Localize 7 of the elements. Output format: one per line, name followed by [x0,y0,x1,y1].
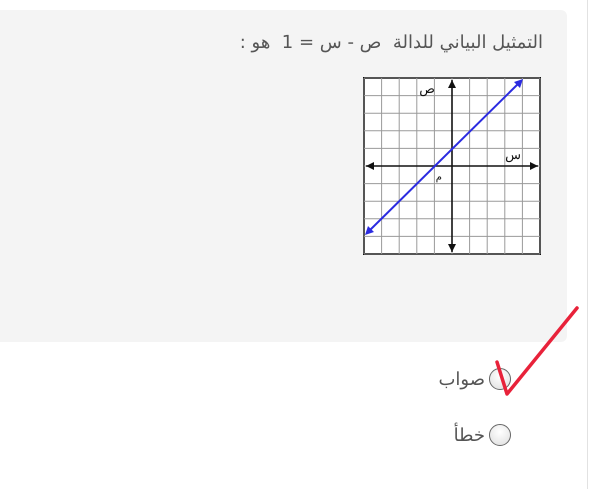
x-axis-label: س [505,148,521,163]
option-label: صواب [438,368,485,390]
radio-button[interactable] [489,424,511,446]
option-label: خطأ [454,424,485,446]
origin-label: م [436,172,442,183]
question-text: التمثيل البياني للدالة ص - س = 1 هو : [240,32,543,53]
y-axis-label: ص [419,82,435,97]
